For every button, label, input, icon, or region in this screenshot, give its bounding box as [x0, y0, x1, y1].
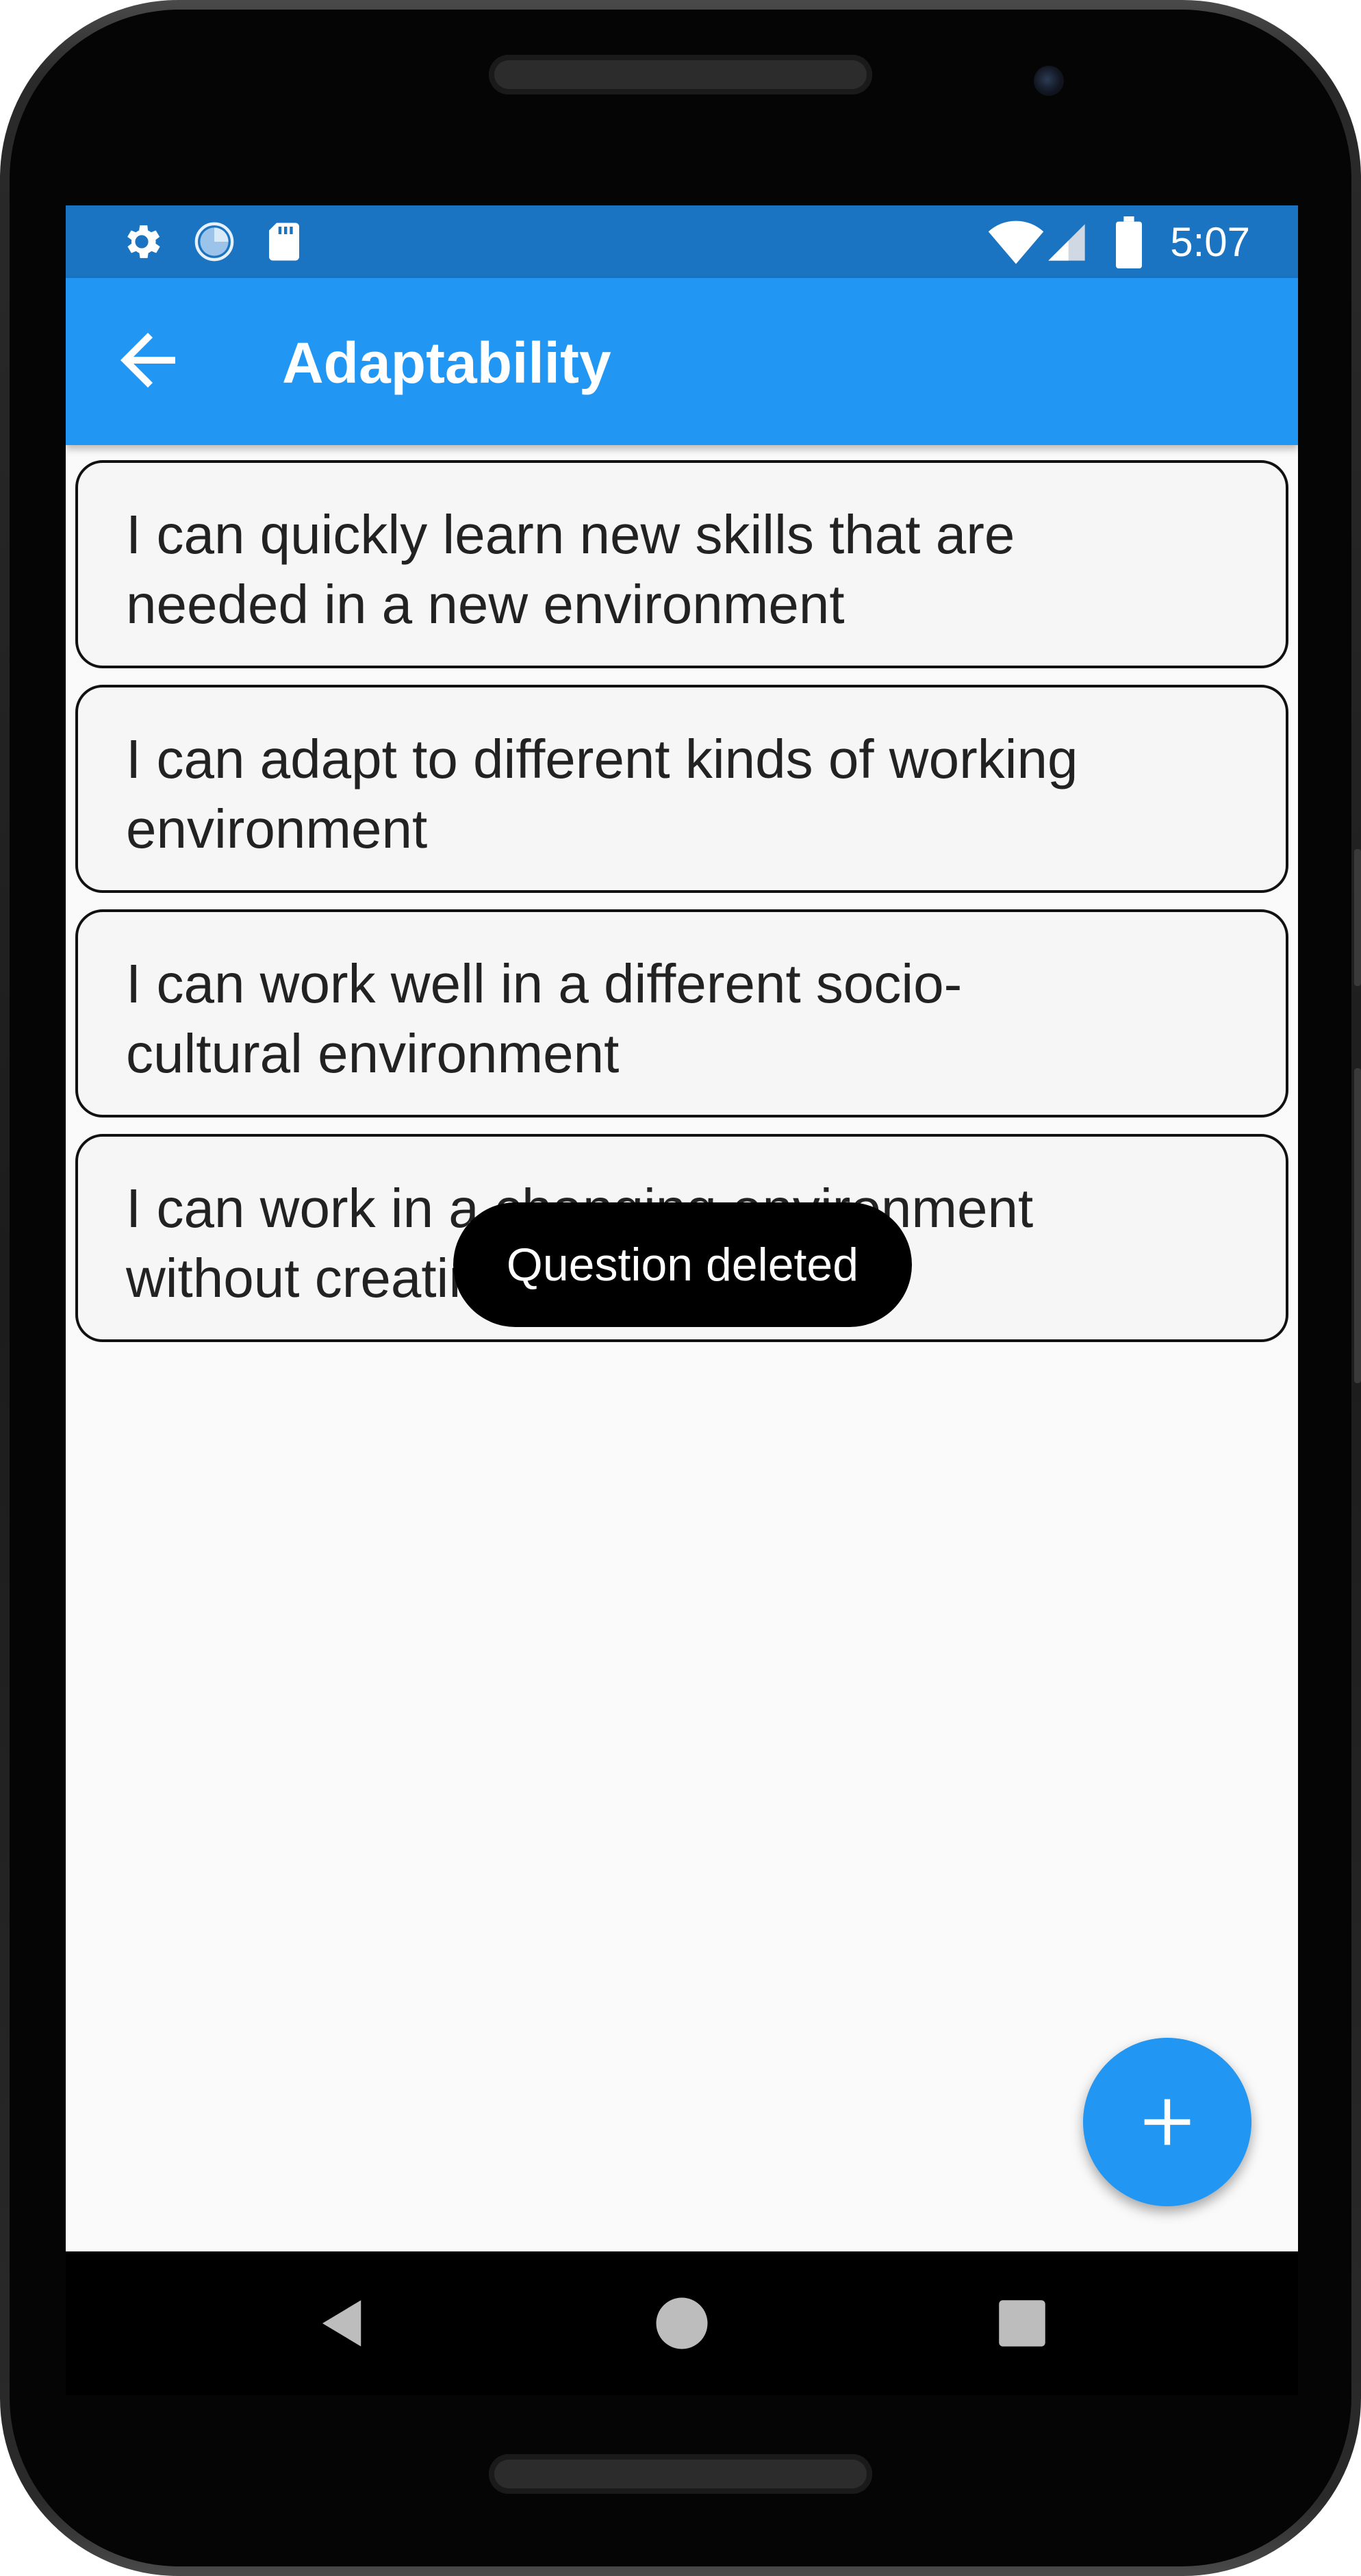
question-text-line: cultural environment: [126, 1023, 620, 1084]
app-bar: Adaptability: [66, 278, 1298, 445]
recents-square-icon[interactable]: [991, 2293, 1053, 2354]
sd-card-icon: [269, 223, 299, 261]
status-bar: 5:07: [66, 205, 1298, 278]
question-card[interactable]: I can work well in a different socio- cu…: [75, 909, 1288, 1117]
question-text-line: environment: [126, 798, 428, 859]
top-speaker-grille: [489, 55, 872, 94]
question-text-line: I can work well in a different socio-: [126, 953, 963, 1014]
power-button: [1354, 1068, 1361, 1383]
gear-icon: [127, 225, 160, 258]
front-camera: [1034, 66, 1064, 96]
question-card[interactable]: I can adapt to different kinds of workin…: [75, 685, 1288, 893]
cellular-signal-icon: [1048, 224, 1085, 261]
question-text-line: I can quickly learn new skills that are: [126, 504, 1015, 565]
bottom-speaker-grille: [489, 2454, 872, 2494]
question-card[interactable]: I can quickly learn new skills that are …: [75, 460, 1288, 668]
navigation-bar: [66, 2251, 1298, 2395]
plus-icon: [1144, 2099, 1191, 2145]
page-title: Adaptability: [282, 331, 611, 395]
home-circle-icon[interactable]: [651, 2293, 713, 2354]
back-triangle-icon[interactable]: [312, 2293, 374, 2354]
wifi-icon: [988, 220, 1044, 264]
status-time: 5:07: [1170, 219, 1250, 265]
phone-frame: 5:07 Adaptability I can quickly learn ne…: [0, 0, 1361, 2576]
volume-button: [1354, 849, 1361, 986]
arrow-back-icon[interactable]: [107, 319, 189, 401]
app-screen: 5:07 Adaptability I can quickly learn ne…: [66, 205, 1298, 2260]
sync-circle-icon: [194, 222, 234, 262]
question-text-line: I can adapt to different kinds of workin…: [126, 729, 1078, 790]
toast-message: Question deleted: [453, 1202, 912, 1327]
add-question-button[interactable]: [1083, 2038, 1251, 2206]
battery-icon: [1116, 216, 1142, 268]
question-text-line: needed in a new environment: [126, 574, 845, 635]
